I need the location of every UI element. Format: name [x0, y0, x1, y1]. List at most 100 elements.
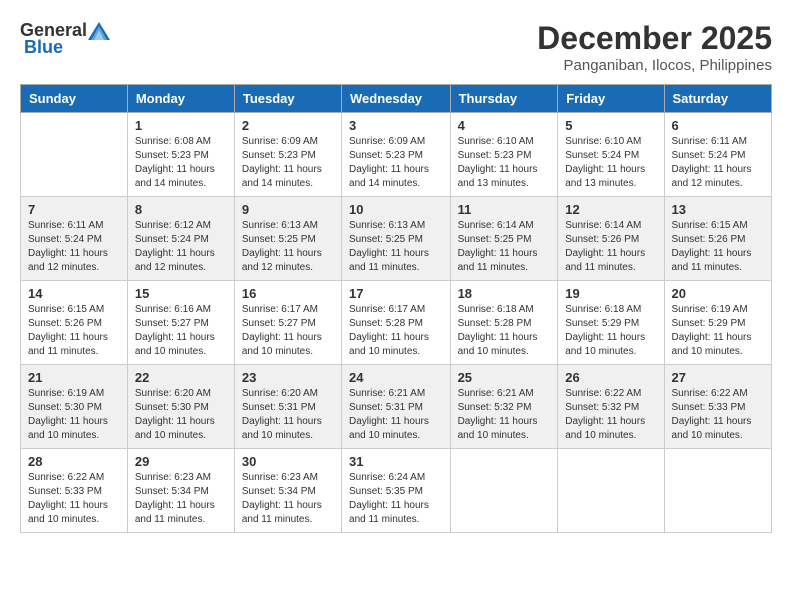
calendar-cell: 25 Sunrise: 6:21 AMSunset: 5:32 PMDayligh… — [450, 365, 558, 449]
calendar-cell: 23 Sunrise: 6:20 AMSunset: 5:31 PMDayligh… — [234, 365, 341, 449]
day-info: Sunrise: 6:11 AMSunset: 5:24 PMDaylight:… — [672, 135, 764, 191]
calendar-cell: 26Sunrise: 6:22 AMSunset: 5:32 PMDayligh… — [558, 365, 664, 449]
day-info: Sunrise: 6:24 AMSunset: 5:35 PMDaylight:… — [349, 471, 443, 527]
header-monday: Monday — [127, 85, 234, 113]
day-number: 31 — [349, 454, 443, 469]
calendar-cell: 5Sunrise: 6:10 AMSunset: 5:24 PMDaylight… — [558, 113, 664, 197]
calendar-cell: 29Sunrise: 6:23 AMSunset: 5:34 PMDayligh… — [127, 449, 234, 533]
day-info: Sunrise: 6:14 AMSunset: 5:25 PMDaylight:… — [458, 219, 551, 275]
calendar-cell — [664, 449, 771, 533]
day-number: 24 — [349, 370, 443, 385]
calendar-cell: 9 Sunrise: 6:13 AMSunset: 5:25 PMDaylight… — [234, 197, 341, 281]
calendar-cell — [21, 113, 128, 197]
calendar-cell: 28 Sunrise: 6:22 AMSunset: 5:33 PMDayligh… — [21, 449, 128, 533]
day-info: Sunrise: 6:11 AMSunset: 5:24 PMDaylight:… — [28, 219, 120, 275]
day-info: Sunrise: 6:09 AMSunset: 5:23 PMDaylight:… — [242, 135, 334, 191]
calendar-cell: 8Sunrise: 6:12 AMSunset: 5:24 PMDaylight… — [127, 197, 234, 281]
calendar-cell — [450, 449, 558, 533]
day-number: 8 — [135, 202, 227, 217]
header-sunday: Sunday — [21, 85, 128, 113]
calendar-week-5: 28 Sunrise: 6:22 AMSunset: 5:33 PMDayligh… — [21, 449, 772, 533]
calendar-cell: 6Sunrise: 6:11 AMSunset: 5:24 PMDaylight… — [664, 113, 771, 197]
day-info: Sunrise: 6:14 AMSunset: 5:26 PMDaylight:… — [565, 219, 656, 275]
day-number: 5 — [565, 118, 656, 133]
calendar-cell: 14 Sunrise: 6:15 AMSunset: 5:26 PMDayligh… — [21, 281, 128, 365]
header-friday: Friday — [558, 85, 664, 113]
day-info: Sunrise: 6:09 AMSunset: 5:23 PMDaylight:… — [349, 135, 443, 191]
calendar-cell: 2 Sunrise: 6:09 AMSunset: 5:23 PMDaylight… — [234, 113, 341, 197]
calendar-week-3: 14 Sunrise: 6:15 AMSunset: 5:26 PMDayligh… — [21, 281, 772, 365]
day-number: 22 — [135, 370, 227, 385]
day-number: 28 — [28, 454, 120, 469]
calendar-cell: 10Sunrise: 6:13 AMSunset: 5:25 PMDayligh… — [342, 197, 451, 281]
day-number: 30 — [242, 454, 334, 469]
day-info: Sunrise: 6:22 AMSunset: 5:33 PMDaylight:… — [672, 387, 764, 443]
calendar-cell: 18 Sunrise: 6:18 AMSunset: 5:28 PMDayligh… — [450, 281, 558, 365]
calendar-cell: 1 Sunrise: 6:08 AMSunset: 5:23 PMDaylight… — [127, 113, 234, 197]
day-number: 9 — [242, 202, 334, 217]
header-saturday: Saturday — [664, 85, 771, 113]
day-info: Sunrise: 6:08 AMSunset: 5:23 PMDaylight:… — [135, 135, 227, 191]
calendar-cell: 27Sunrise: 6:22 AMSunset: 5:33 PMDayligh… — [664, 365, 771, 449]
day-number: 16 — [242, 286, 334, 301]
day-number: 14 — [28, 286, 120, 301]
title-block: December 2025 Panganiban, Ilocos, Philip… — [537, 20, 772, 74]
calendar-cell: 4 Sunrise: 6:10 AMSunset: 5:23 PMDaylight… — [450, 113, 558, 197]
calendar-cell: 20Sunrise: 6:19 AMSunset: 5:29 PMDayligh… — [664, 281, 771, 365]
day-info: Sunrise: 6:17 AMSunset: 5:28 PMDaylight:… — [349, 303, 443, 359]
calendar-cell: 30 Sunrise: 6:23 AMSunset: 5:34 PMDayligh… — [234, 449, 341, 533]
calendar-week-1: 1 Sunrise: 6:08 AMSunset: 5:23 PMDaylight… — [21, 113, 772, 197]
day-number: 23 — [242, 370, 334, 385]
page-header: General Blue December 2025 Panganiban, I… — [20, 20, 772, 74]
logo-icon — [88, 22, 110, 40]
calendar-cell: 21Sunrise: 6:19 AMSunset: 5:30 PMDayligh… — [21, 365, 128, 449]
day-info: Sunrise: 6:20 AMSunset: 5:30 PMDaylight:… — [135, 387, 227, 443]
location-title: Panganiban, Ilocos, Philippines — [537, 57, 772, 74]
day-info: Sunrise: 6:22 AMSunset: 5:33 PMDaylight:… — [28, 471, 120, 527]
calendar-week-2: 7 Sunrise: 6:11 AMSunset: 5:24 PMDaylight… — [21, 197, 772, 281]
day-number: 10 — [349, 202, 443, 217]
day-number: 7 — [28, 202, 120, 217]
day-number: 26 — [565, 370, 656, 385]
day-info: Sunrise: 6:21 AMSunset: 5:31 PMDaylight:… — [349, 387, 443, 443]
header-thursday: Thursday — [450, 85, 558, 113]
calendar-cell: 19 Sunrise: 6:18 AMSunset: 5:29 PMDayligh… — [558, 281, 664, 365]
day-number: 18 — [458, 286, 551, 301]
day-number: 19 — [565, 286, 656, 301]
calendar-cell: 11 Sunrise: 6:14 AMSunset: 5:25 PMDayligh… — [450, 197, 558, 281]
calendar-cell: 22 Sunrise: 6:20 AMSunset: 5:30 PMDayligh… — [127, 365, 234, 449]
calendar-cell: 16 Sunrise: 6:17 AMSunset: 5:27 PMDayligh… — [234, 281, 341, 365]
day-info: Sunrise: 6:21 AMSunset: 5:32 PMDaylight:… — [458, 387, 551, 443]
day-info: Sunrise: 6:23 AMSunset: 5:34 PMDaylight:… — [242, 471, 334, 527]
calendar-cell: 7 Sunrise: 6:11 AMSunset: 5:24 PMDaylight… — [21, 197, 128, 281]
day-number: 21 — [28, 370, 120, 385]
day-number: 13 — [672, 202, 764, 217]
day-info: Sunrise: 6:19 AMSunset: 5:29 PMDaylight:… — [672, 303, 764, 359]
day-info: Sunrise: 6:10 AMSunset: 5:23 PMDaylight:… — [458, 135, 551, 191]
day-info: Sunrise: 6:23 AMSunset: 5:34 PMDaylight:… — [135, 471, 227, 527]
day-info: Sunrise: 6:16 AMSunset: 5:27 PMDaylight:… — [135, 303, 227, 359]
calendar-cell: 17Sunrise: 6:17 AMSunset: 5:28 PMDayligh… — [342, 281, 451, 365]
day-number: 2 — [242, 118, 334, 133]
day-info: Sunrise: 6:18 AMSunset: 5:29 PMDaylight:… — [565, 303, 656, 359]
day-number: 12 — [565, 202, 656, 217]
day-number: 11 — [458, 202, 551, 217]
calendar-cell: 12 Sunrise: 6:14 AMSunset: 5:26 PMDayligh… — [558, 197, 664, 281]
calendar-table: SundayMondayTuesdayWednesdayThursdayFrid… — [20, 84, 772, 533]
day-number: 4 — [458, 118, 551, 133]
day-number: 3 — [349, 118, 443, 133]
day-number: 1 — [135, 118, 227, 133]
day-info: Sunrise: 6:20 AMSunset: 5:31 PMDaylight:… — [242, 387, 334, 443]
day-info: Sunrise: 6:13 AMSunset: 5:25 PMDaylight:… — [242, 219, 334, 275]
calendar-cell: 24 Sunrise: 6:21 AMSunset: 5:31 PMDayligh… — [342, 365, 451, 449]
day-info: Sunrise: 6:15 AMSunset: 5:26 PMDaylight:… — [672, 219, 764, 275]
day-info: Sunrise: 6:17 AMSunset: 5:27 PMDaylight:… — [242, 303, 334, 359]
day-info: Sunrise: 6:15 AMSunset: 5:26 PMDaylight:… — [28, 303, 120, 359]
day-number: 15 — [135, 286, 227, 301]
calendar-cell: 3 Sunrise: 6:09 AMSunset: 5:23 PMDaylight… — [342, 113, 451, 197]
calendar-header-row: SundayMondayTuesdayWednesdayThursdayFrid… — [21, 85, 772, 113]
calendar-cell: 13 Sunrise: 6:15 AMSunset: 5:26 PMDayligh… — [664, 197, 771, 281]
day-number: 25 — [458, 370, 551, 385]
calendar-cell: 31 Sunrise: 6:24 AMSunset: 5:35 PMDayligh… — [342, 449, 451, 533]
day-info: Sunrise: 6:18 AMSunset: 5:28 PMDaylight:… — [458, 303, 551, 359]
